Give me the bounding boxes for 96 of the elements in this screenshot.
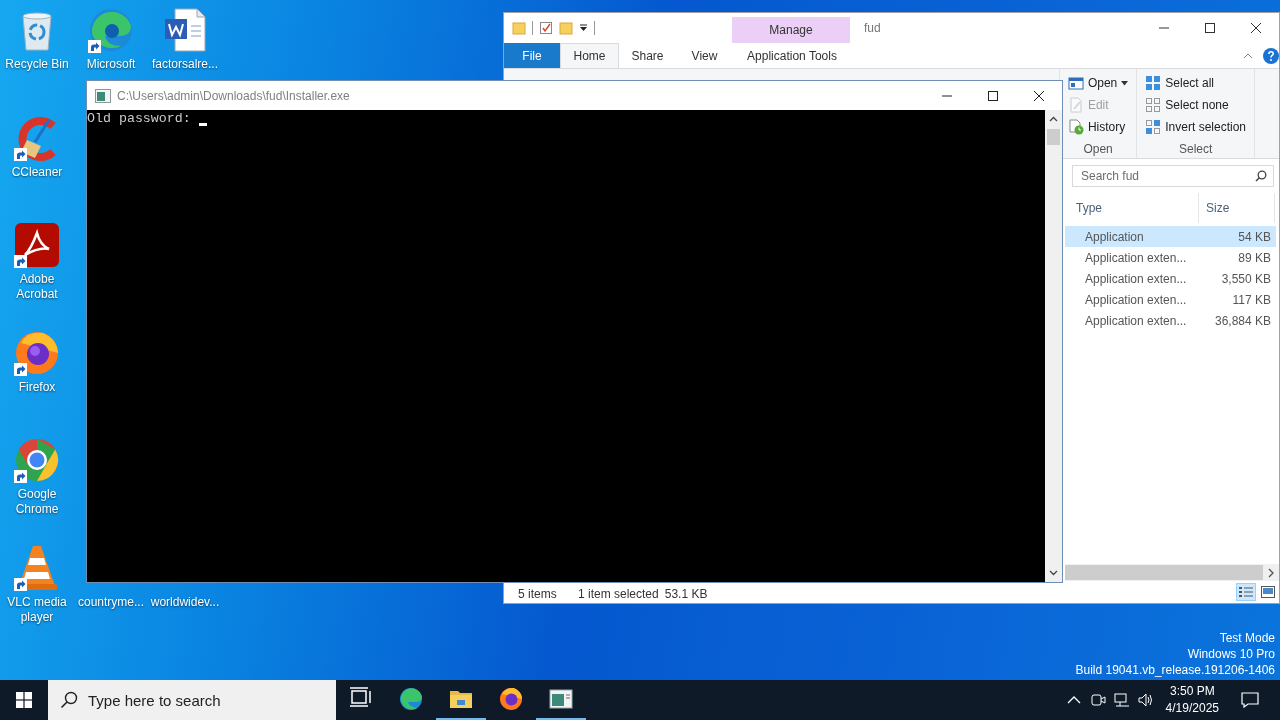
pdf-icon[interactable] bbox=[13, 221, 61, 270]
table-cell-text: Application exten... bbox=[1084, 249, 1188, 267]
properties-icon[interactable] bbox=[539, 21, 553, 35]
search-icon bbox=[1255, 170, 1267, 182]
ribbon-tab[interactable]: View bbox=[676, 43, 733, 68]
maximize-icon bbox=[1205, 23, 1215, 33]
column-header[interactable]: Size bbox=[1199, 193, 1275, 223]
details-view-icon bbox=[1239, 586, 1253, 598]
select-all-icon bbox=[1145, 75, 1162, 91]
table-cell-text: Application exten... bbox=[1084, 291, 1188, 309]
open-icon bbox=[1067, 75, 1084, 91]
ribbon-tab[interactable]: Application Tools bbox=[733, 43, 851, 68]
icon-label: Recycle Bin bbox=[4, 57, 70, 72]
window-title: fud bbox=[864, 20, 881, 37]
console-prompt: Old password: bbox=[87, 111, 192, 127]
table-cell-text: 117 KB bbox=[1231, 291, 1272, 309]
table-cell-text: 3,550 KB bbox=[1220, 270, 1272, 288]
close-icon bbox=[1034, 90, 1044, 101]
ribbon-tab[interactable]: Home bbox=[560, 43, 619, 68]
table-cell-text: 36,884 KB bbox=[1213, 312, 1272, 330]
taskbar-search-box[interactable]: Type here to search bbox=[48, 680, 336, 720]
file-row[interactable]: Application exten... 3,550 KB bbox=[1065, 268, 1276, 289]
file-row[interactable]: Application exten... 117 KB bbox=[1065, 289, 1276, 310]
selection-size: 53.1 KB bbox=[664, 587, 708, 601]
horizontal-scrollbar[interactable] bbox=[1065, 564, 1279, 581]
table-cell-text: Application bbox=[1084, 228, 1145, 246]
camera-icon[interactable] bbox=[1089, 692, 1106, 708]
maximize-icon bbox=[988, 90, 998, 101]
icon-label: Firefox bbox=[17, 379, 57, 395]
clock-time: 3:50 PM bbox=[1169, 683, 1215, 700]
table-cell-text: 54 KB bbox=[1237, 228, 1272, 246]
network-icon[interactable] bbox=[1113, 692, 1130, 708]
ribbon-command[interactable]: History bbox=[1065, 117, 1131, 137]
table-cell-text: 89 KB bbox=[1237, 249, 1272, 267]
windows-logo-icon bbox=[16, 692, 32, 708]
table-cell-text: Application exten... bbox=[1084, 312, 1188, 330]
details-view-button[interactable] bbox=[1236, 583, 1256, 601]
edge-icon[interactable] bbox=[87, 6, 135, 54]
edit-icon bbox=[1067, 97, 1084, 113]
close-icon bbox=[1251, 23, 1261, 33]
search-icon bbox=[60, 691, 78, 709]
customize-caret-icon[interactable] bbox=[579, 24, 588, 32]
clock[interactable]: 3:50 PM 4/19/2025 bbox=[1157, 683, 1227, 717]
ribbon-command[interactable]: Invert selection bbox=[1143, 117, 1248, 137]
console-window-icon bbox=[95, 88, 111, 103]
ribbon-command[interactable]: Select all bbox=[1143, 73, 1248, 93]
caret-icon bbox=[1121, 80, 1129, 86]
group-label: Open bbox=[1082, 142, 1114, 156]
scroll-down-icon[interactable] bbox=[1049, 568, 1058, 577]
icon-label: VLC media player bbox=[6, 594, 68, 625]
icon-label: worldwidev... bbox=[149, 594, 221, 610]
icon-label: CCleaner bbox=[10, 164, 64, 180]
os-info-text: Windows 10 Pro bbox=[1187, 646, 1275, 662]
contextual-tab-header: Manage bbox=[732, 17, 850, 43]
scroll-right-icon[interactable] bbox=[1266, 567, 1276, 578]
clock-date: 4/19/2025 bbox=[1165, 700, 1219, 717]
file-row[interactable]: Application exten... 36,884 KB bbox=[1065, 310, 1276, 331]
search-input[interactable]: Search fud bbox=[1081, 169, 1255, 183]
group-label: Select bbox=[1177, 142, 1214, 156]
chrome-icon[interactable] bbox=[13, 436, 61, 485]
edge-icon bbox=[399, 687, 423, 711]
icon-label: Google Chrome bbox=[14, 487, 60, 518]
os-info-text: Test Mode bbox=[1219, 630, 1275, 646]
vertical-scrollbar[interactable] bbox=[1045, 110, 1062, 582]
window-title: C:\Users\admin\Downloads\fud\Installer.exe bbox=[117, 88, 350, 103]
large-icons-view-icon bbox=[1261, 586, 1275, 598]
select-none-icon bbox=[1145, 97, 1162, 113]
icon-label: Adobe Acrobat bbox=[15, 272, 59, 303]
invert-selection-icon bbox=[1145, 119, 1162, 135]
collapse-ribbon-icon[interactable] bbox=[1243, 52, 1253, 59]
icon-label: Microsoft bbox=[85, 57, 137, 72]
scrollbar-thumb[interactable] bbox=[1047, 129, 1060, 145]
search-field[interactable]: Search fud bbox=[1072, 165, 1274, 187]
table-cell-text: Application exten... bbox=[1084, 270, 1188, 288]
scroll-up-icon[interactable] bbox=[1049, 115, 1058, 124]
history-icon bbox=[1067, 119, 1084, 135]
ribbon-tab[interactable]: File bbox=[504, 43, 560, 68]
item-count: 5 items bbox=[518, 587, 558, 601]
ribbon-command[interactable]: Select none bbox=[1143, 95, 1248, 115]
console-window-icon bbox=[549, 687, 573, 711]
volume-icon[interactable] bbox=[1137, 692, 1154, 708]
os-info-text: Build 19041.vb_release.191206-1406 bbox=[1075, 662, 1275, 678]
selection-info: 1 item selected bbox=[578, 587, 659, 601]
column-header[interactable]: Type bbox=[1065, 193, 1199, 223]
help-icon[interactable] bbox=[1263, 47, 1279, 64]
firefox-icon bbox=[499, 687, 523, 711]
scrollbar-thumb[interactable] bbox=[1065, 565, 1263, 580]
ribbon-command[interactable]: Open bbox=[1065, 73, 1131, 93]
notification-icon[interactable] bbox=[1241, 691, 1259, 709]
icon-label: factorsalre... bbox=[151, 57, 219, 72]
search-input[interactable]: Type here to search bbox=[88, 691, 336, 709]
ribbon-tab[interactable]: Share bbox=[619, 43, 676, 68]
file-row[interactable]: Application exten... 89 KB bbox=[1065, 247, 1276, 268]
icon-label: countryme... bbox=[77, 594, 145, 610]
large-icons-view-button[interactable] bbox=[1258, 583, 1278, 601]
file-row[interactable]: Application 54 KB bbox=[1065, 226, 1276, 247]
